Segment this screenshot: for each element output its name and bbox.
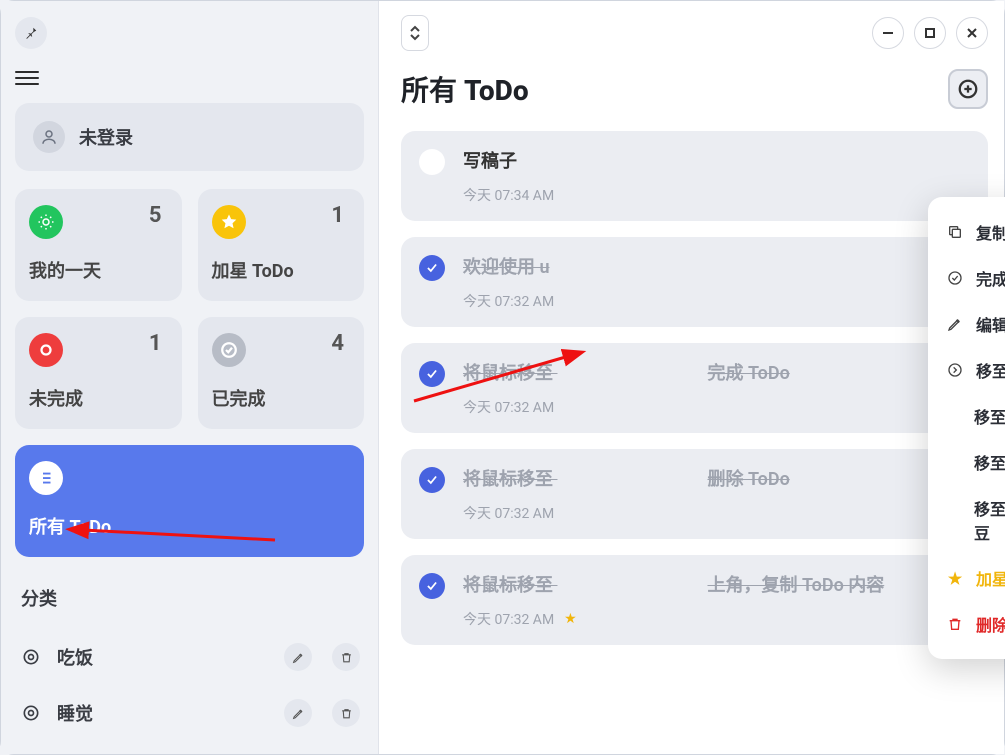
check-icon [425,579,439,593]
check-icon [425,261,439,275]
ctx-move-dadoudou[interactable]: 移至 打豆豆 [928,485,1005,555]
maximize-button[interactable] [914,17,946,49]
ctx-delete[interactable]: 删除 ToDo [928,601,1005,647]
close-button[interactable] [956,17,988,49]
edit-button[interactable] [284,643,312,671]
hamburger-menu[interactable] [15,71,39,85]
todo-card[interactable]: 欢迎使用 u 今天 07:32 AM [401,237,988,327]
copy-icon [946,224,964,240]
category-row-eat[interactable]: 吃饭 [15,629,364,685]
stat-complete[interactable]: 4 已完成 [198,317,365,429]
stat-starred-label: 加星 ToDo [212,257,351,283]
stat-incomplete[interactable]: 1 未完成 [15,317,182,429]
minimize-button[interactable] [872,17,904,49]
pencil-icon [292,651,305,664]
ctx-star[interactable]: ★ 加星 [928,555,1005,601]
trash-icon [946,616,964,632]
sun-icon [29,205,63,239]
check-icon [425,473,439,487]
todo-card[interactable]: 将鼠标移至 上角，复制 ToDo 内容 今天 07:32 AM ★ [401,555,988,645]
ctx-move-sleep[interactable]: 移至 睡觉 [928,439,1005,485]
stat-my-day[interactable]: 5 我的一天 [15,189,182,301]
maximize-icon [924,27,936,39]
add-button[interactable] [948,69,988,109]
todo-time: 今天 07:32 AM [463,291,554,311]
pencil-icon [946,316,964,332]
avatar [33,121,65,153]
todo-title: 将鼠标移至 完成 ToDo [463,359,970,385]
ctx-move[interactable]: 移至 [928,347,1005,393]
collapse-button[interactable] [401,15,429,51]
check-icon [425,367,439,381]
category-row-sleep[interactable]: 睡觉 [15,685,364,741]
todo-checkbox[interactable] [419,467,445,493]
todo-checkbox[interactable] [419,255,445,281]
todo-title: 欢迎使用 u [463,253,970,279]
ctx-copy[interactable]: 复制 [928,209,1005,255]
stat-incomplete-count: 1 [149,331,162,356]
todo-card[interactable]: 写稿子 今天 07:34 AM [401,131,988,221]
minimize-icon [882,27,894,39]
chevron-down-icon [409,33,421,41]
ring-icon [29,333,63,367]
stat-complete-count: 4 [331,331,344,356]
category-label: 吃饭 [57,644,264,670]
todo-list: 写稿子 今天 07:34 AM 欢迎使用 u 今天 07:32 AM 将鼠标移至… [401,131,988,645]
pin-button[interactable] [15,17,47,49]
check-icon [212,333,246,367]
star-icon: ★ [564,611,577,627]
ctx-move-eat[interactable]: 移至 吃饭 [928,393,1005,439]
all-todo-label: 所有 ToDo [29,513,350,539]
ctx-complete[interactable]: 完成 ToDo [928,255,1005,301]
edit-button[interactable] [284,699,312,727]
trash-icon [340,651,353,664]
check-circle-icon [946,270,964,286]
target-icon [19,647,43,667]
star-icon: ★ [946,569,964,588]
todo-time: 今天 07:32 AM [463,609,554,629]
section-title-categories: 分类 [21,585,364,611]
stat-starred[interactable]: 1 加星 ToDo [198,189,365,301]
todo-checkbox[interactable] [419,573,445,599]
close-icon [966,27,978,39]
stat-my-day-label: 我的一天 [29,257,168,283]
chevron-right-circle-icon [946,362,964,378]
trash-icon [340,707,353,720]
user-label: 未登录 [79,124,133,150]
todo-title: 将鼠标移至 删除 ToDo [463,465,970,491]
sidebar: 未登录 5 我的一天 1 加星 ToDo 1 未完成 [1,1,378,754]
plus-circle-icon [957,78,979,100]
todo-time: 今天 07:32 AM [463,503,554,523]
todo-title: 写稿子 [463,147,970,173]
settings-row[interactable]: 设置 [15,741,364,755]
stat-incomplete-label: 未完成 [29,385,168,411]
target-icon [19,703,43,723]
ctx-edit[interactable]: 编辑 ToDo [928,301,1005,347]
list-icon [29,461,63,495]
delete-button[interactable] [332,643,360,671]
delete-button[interactable] [332,699,360,727]
chevron-up-icon [409,25,421,33]
todo-card[interactable]: 将鼠标移至 完成 ToDo 今天 07:32 AM [401,343,988,433]
todo-time: 今天 07:32 AM [463,397,554,417]
all-todo-card[interactable]: 所有 ToDo [15,445,364,557]
category-label: 睡觉 [57,700,264,726]
todo-card[interactable]: 将鼠标移至 删除 ToDo 今天 07:32 AM [401,449,988,539]
todo-title: 将鼠标移至 上角，复制 ToDo 内容 [463,571,970,597]
todo-checkbox[interactable] [419,149,445,175]
todo-checkbox[interactable] [419,361,445,387]
star-icon [212,205,246,239]
user-icon [40,128,58,146]
user-card[interactable]: 未登录 [15,103,364,171]
stat-complete-label: 已完成 [212,385,351,411]
page-title: 所有 ToDo [401,69,529,109]
pin-icon [24,26,38,40]
pencil-icon [292,707,305,720]
stat-starred-count: 1 [331,203,344,228]
stat-my-day-count: 5 [149,203,162,228]
todo-time: 今天 07:34 AM [463,185,554,205]
main: 所有 ToDo 写稿子 今天 07:34 AM 欢迎使用 u 今天 07:32 … [378,1,1004,754]
context-menu: 复制 完成 ToDo 编辑 ToDo 移至 移至 吃饭 移至 睡觉 移至 打豆豆 [928,197,1005,659]
